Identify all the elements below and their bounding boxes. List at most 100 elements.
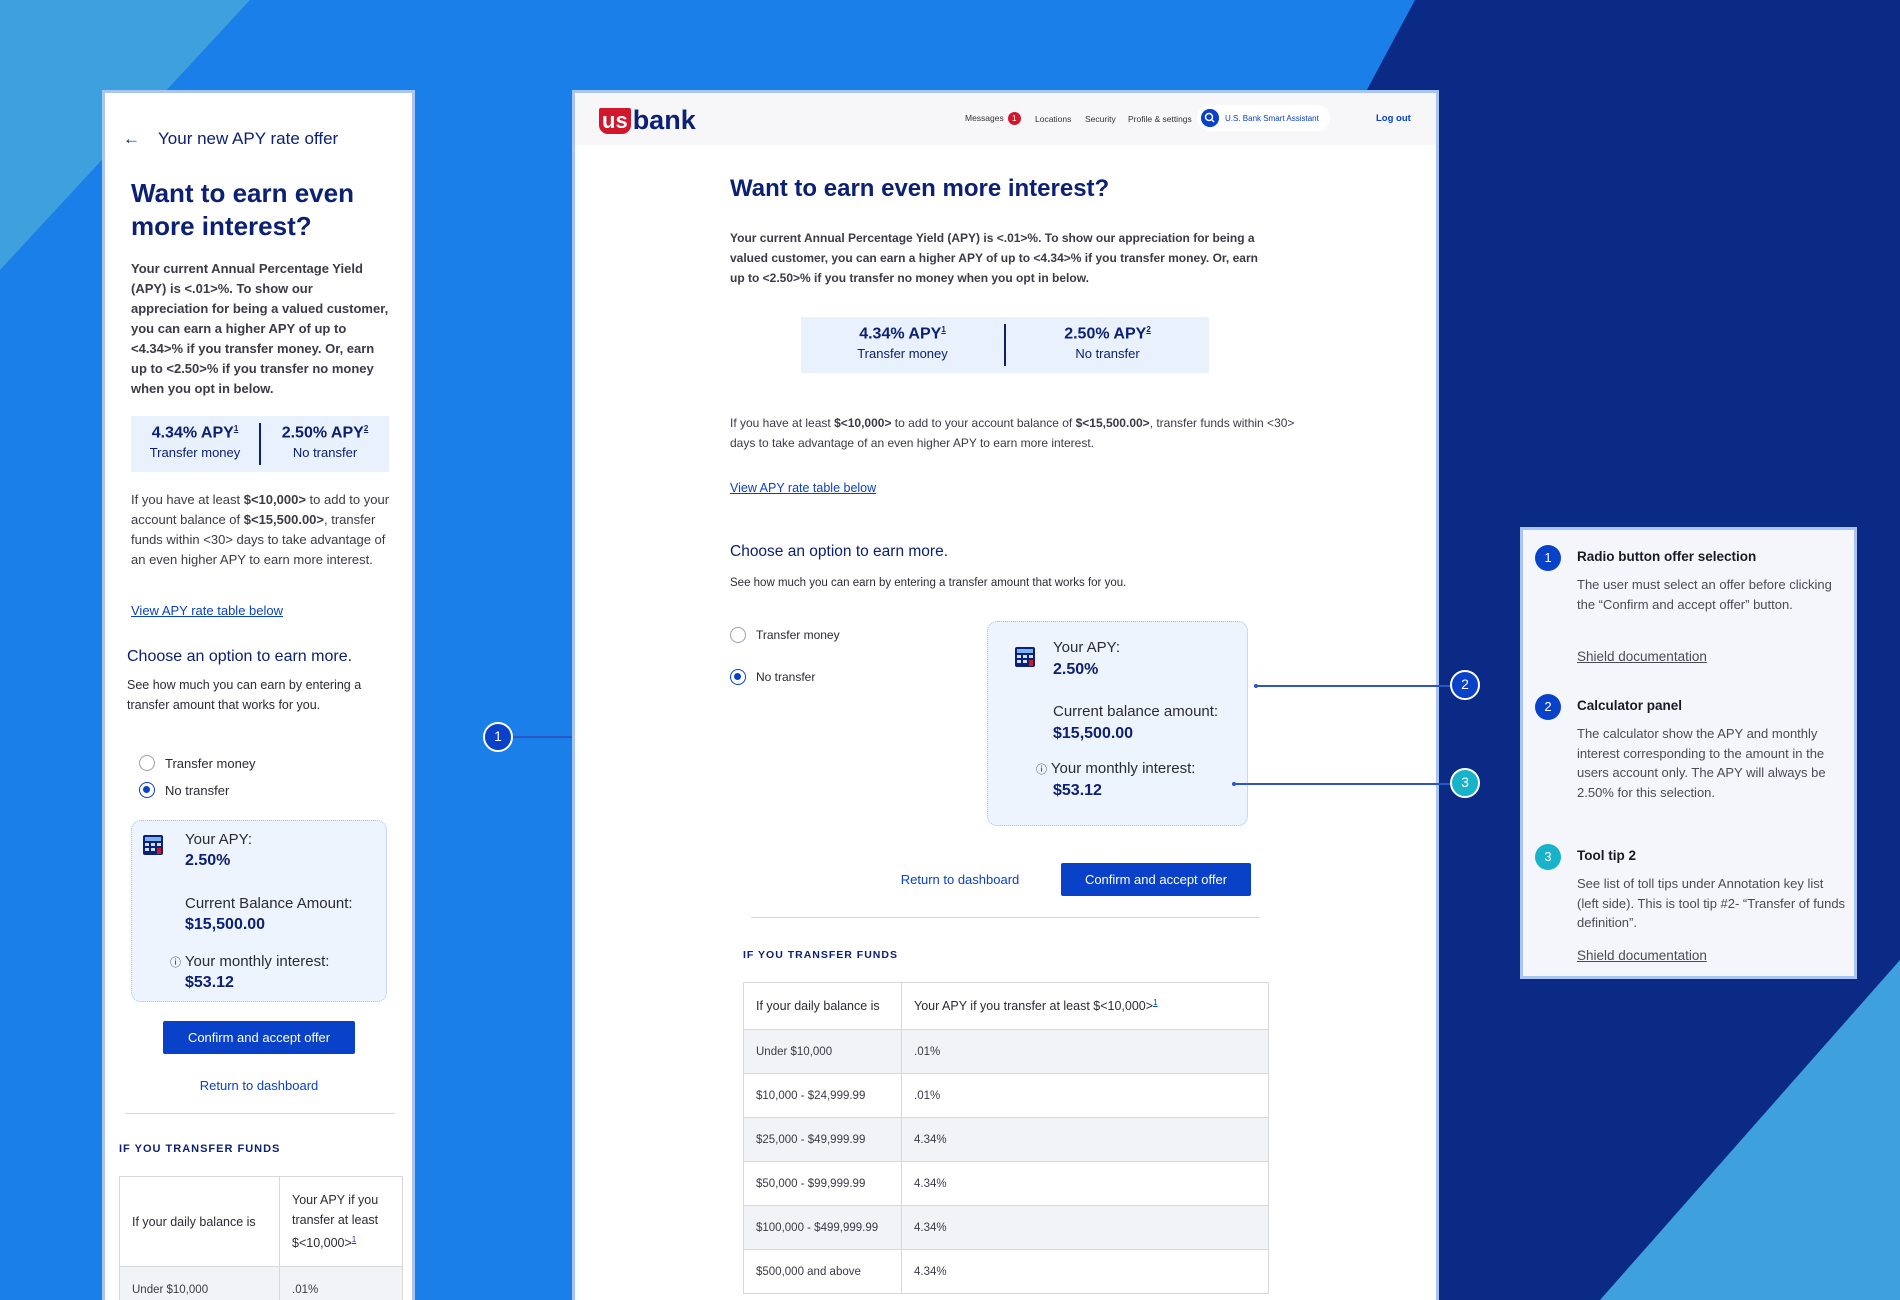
table-row: Under $10,000 .01%: [119, 1266, 403, 1300]
info-icon[interactable]: ⓘ: [1036, 764, 1047, 776]
choose-subtext: See how much you can earn by entering a …: [127, 678, 362, 712]
connector-2: [1256, 685, 1452, 687]
footnote-1[interactable]: 1: [234, 424, 238, 433]
footnote-2[interactable]: 2: [1146, 325, 1150, 334]
confirm-button[interactable]: Confirm and accept offer: [163, 1021, 355, 1054]
rate-table: If your daily balance is Your APY if you…: [119, 1176, 403, 1300]
choose-subtext: See how much you can earn by entering a …: [730, 577, 1127, 589]
info-icon[interactable]: ⓘ: [170, 957, 181, 969]
rate-table: If your daily balance is Your APY if you…: [743, 982, 1269, 1294]
balance-value: $15,500.00: [1053, 725, 1134, 742]
radio-label: Transfer money: [756, 628, 840, 642]
col-header: Your APY if you transfer at least $<10,0…: [901, 982, 1269, 1030]
apy-summary: 4.34% APY1 Transfer money 2.50% APY2 No …: [801, 317, 1209, 373]
legend-title: Tool tip 2: [1577, 848, 1636, 863]
legend-number: 1: [1535, 545, 1561, 571]
legend-number: 3: [1535, 844, 1561, 870]
table-row: $50,000 - $99,999.99 4.34%: [743, 1161, 1269, 1206]
shield-documentation-link[interactable]: Shield documentation: [1577, 649, 1707, 664]
interest-label-row[interactable]: ⓘ Your monthly interest:: [1036, 760, 1195, 777]
footnote-2[interactable]: 2: [364, 424, 368, 433]
page-title: Want to earn even more interest?: [730, 175, 1110, 202]
balance-label: Current Balance Amount:: [185, 895, 353, 912]
footnote-1[interactable]: 1: [941, 325, 945, 334]
legend-number: 2: [1535, 694, 1561, 720]
apy-transfer: 4.34% APY1 Transfer money: [131, 416, 259, 472]
interest-value: $53.12: [185, 974, 234, 991]
radio-transfer-money[interactable]: Transfer money: [730, 627, 840, 643]
table-cell: 4.34%: [901, 1205, 1269, 1250]
apy-no-transfer: 2.50% APY2 No transfer: [261, 416, 389, 472]
radio-label: No transfer: [165, 782, 230, 798]
nav-messages[interactable]: Messages 1: [965, 112, 1021, 125]
nav-locations[interactable]: Locations: [1035, 114, 1071, 124]
balance-text: If you have at least $<10,000> to add to…: [730, 416, 1295, 450]
back-arrow-icon[interactable]: ←: [123, 129, 140, 149]
rate-table-link[interactable]: View APY rate table below: [730, 481, 876, 495]
divider: [125, 1113, 395, 1114]
interest-label: Your monthly interest:: [1050, 760, 1196, 777]
connector-3: [1234, 783, 1452, 785]
smart-assistant-button[interactable]: U.S. Bank Smart Assistant: [1197, 105, 1330, 131]
radio-label: No transfer: [756, 670, 816, 684]
table-row: $500,000 and above 4.34%: [743, 1249, 1269, 1294]
apy-value: 2.50% APY: [1064, 325, 1147, 343]
table-cell: $25,000 - $49,999.99: [743, 1117, 902, 1162]
legend-title: Calculator panel: [1577, 698, 1683, 713]
table-row: Under $10,000.01%: [743, 1029, 1269, 1074]
logo-bank: bank: [632, 105, 696, 135]
legend-body: The calculator show the APY and monthly …: [1577, 726, 1826, 800]
return-dashboard-link[interactable]: Return to dashboard: [890, 872, 1030, 887]
logout-link[interactable]: Log out: [1376, 113, 1411, 124]
choose-heading: Choose an option to earn more.: [730, 543, 948, 560]
apy-label: No transfer: [292, 445, 358, 461]
col-header: Your APY if you transfer at least $<10,0…: [279, 1176, 403, 1267]
table-cell: $100,000 - $499,999.99: [743, 1205, 902, 1250]
balance-label: Current balance amount:: [1053, 703, 1219, 720]
radio-button[interactable]: [730, 627, 746, 643]
table-row: $100,000 - $499,999.99 4.34%: [743, 1205, 1269, 1250]
rate-table-link[interactable]: View APY rate table below: [131, 603, 283, 618]
back-header[interactable]: ← Your new APY rate offer: [123, 129, 338, 149]
search-icon: [1201, 109, 1219, 127]
legend-body: The user must select an offer before cli…: [1577, 577, 1832, 612]
radio-no-transfer[interactable]: No transfer: [730, 669, 815, 685]
apy-summary: 4.34% APY1 Transfer money 2.50% APY2 No …: [131, 416, 389, 472]
apy-label: Transfer money: [149, 445, 241, 461]
annotation-legend: 1 Radio button offer selection The user …: [1520, 527, 1857, 979]
return-dashboard-link[interactable]: Return to dashboard: [163, 1078, 355, 1093]
annotation-marker-1[interactable]: 1: [483, 722, 513, 752]
mobile-screen: ← Your new APY rate offer Want to earn e…: [102, 90, 415, 1300]
divider: [751, 917, 1259, 918]
transfer-section-title: IF YOU TRANSFER FUNDS: [743, 949, 898, 961]
apy-label: Your APY:: [1053, 639, 1121, 656]
annotation-marker-3[interactable]: 3: [1450, 768, 1480, 798]
messages-badge: 1: [1007, 112, 1021, 125]
interest-label-row[interactable]: ⓘ Your monthly interest:: [170, 953, 329, 970]
table-row: $25,000 - $49,999.99 4.34%: [743, 1117, 1269, 1162]
radio-button[interactable]: [139, 782, 155, 798]
radio-transfer-money[interactable]: Transfer money: [139, 755, 256, 771]
nav-security[interactable]: Security: [1085, 114, 1116, 124]
transfer-section-title: IF YOU TRANSFER FUNDS: [119, 1143, 281, 1155]
legend-body: See list of toll tips under Annotation k…: [1577, 876, 1846, 930]
page-title: Want to earn even more interest?: [131, 178, 354, 241]
radio-button[interactable]: [730, 669, 746, 685]
calculator-panel: Your APY: 2.50% Current Balance Amount: …: [131, 820, 387, 1002]
apy-value: 4.34% APY: [151, 424, 234, 442]
nav-profile[interactable]: Profile & settings: [1128, 114, 1192, 124]
usbank-logo[interactable]: us bank: [599, 105, 696, 136]
table-row: $10,000 - $24,999.99.01%: [743, 1073, 1269, 1118]
annotation-marker-2[interactable]: 2: [1450, 670, 1480, 700]
choose-heading: Choose an option to earn more.: [127, 648, 353, 665]
radio-button[interactable]: [139, 755, 155, 771]
balance-text: If you have at least $<10,000> to add to…: [131, 492, 390, 567]
apy-value: 2.50% APY: [281, 424, 364, 442]
radio-no-transfer[interactable]: No transfer: [139, 782, 229, 798]
table-cell: .01%: [279, 1266, 403, 1300]
confirm-button[interactable]: Confirm and accept offer: [1061, 863, 1251, 896]
intro-text: Your current Annual Percentage Yield (AP…: [131, 261, 389, 396]
logo-us: us: [599, 107, 631, 134]
table-cell: $10,000 - $24,999.99: [743, 1073, 902, 1118]
shield-documentation-link[interactable]: Shield documentation: [1577, 948, 1707, 963]
